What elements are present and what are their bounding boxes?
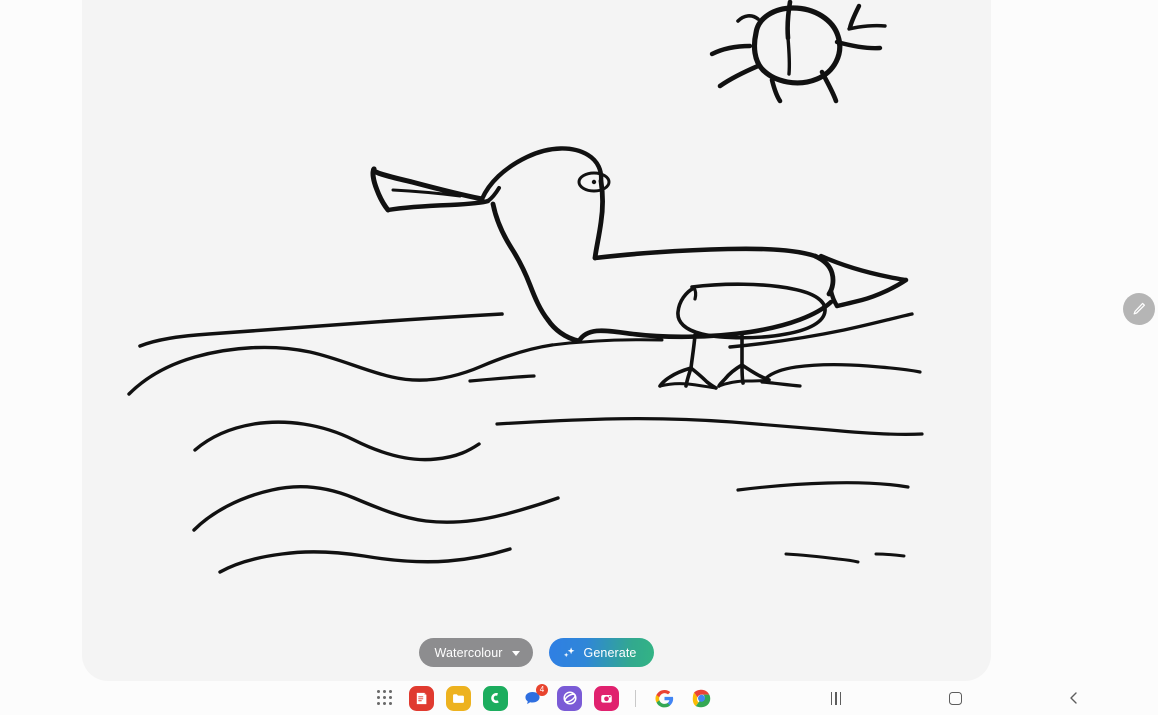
google-g-icon: [655, 689, 674, 707]
bird-beak-upper: [371, 166, 485, 202]
bird-chest: [545, 317, 582, 344]
browser-icon: [562, 691, 577, 705]
taskbar-app-my-files[interactable]: [446, 685, 471, 711]
recents-button[interactable]: [816, 681, 856, 715]
edit-pencil-fab[interactable]: [1123, 293, 1155, 325]
taskbar-recent-chrome[interactable]: [689, 686, 714, 711]
android-navigation-bar: [816, 681, 1094, 715]
sun-body: [751, 5, 843, 86]
bird-mouth-corner: [486, 186, 501, 203]
sun-ray-upper-left: [736, 14, 760, 23]
sun-ray-bottom-right: [819, 69, 839, 104]
messages-unread-badge: 4: [536, 683, 548, 696]
style-selector-label: Watercolour: [434, 645, 503, 660]
camera-icon: [601, 694, 612, 703]
sun-ray-top: [785, 0, 793, 41]
wave-line-3b: [550, 338, 664, 347]
bird-neck-front: [490, 201, 551, 323]
notes-icon: [416, 692, 427, 704]
wave-line-1: [138, 312, 504, 348]
wave-line-7: [192, 485, 560, 532]
taskbar-app-messages[interactable]: 4: [520, 683, 548, 711]
home-square-icon: [948, 691, 962, 705]
sun-ray-upper-right: [847, 3, 862, 31]
chevron-left-icon: [1070, 692, 1077, 704]
sparkle-icon: [562, 646, 576, 660]
sketch-artwork: [127, 0, 924, 574]
bird-leg-left: [689, 333, 697, 370]
bird-tail-lower: [834, 277, 909, 309]
apps-grid-icon[interactable]: [377, 690, 393, 706]
sun-ray-right-upper: [847, 23, 887, 31]
sun-ray-bottom: [769, 77, 783, 104]
taskbar-app-phone[interactable]: [483, 685, 508, 711]
pencil-icon: [1133, 302, 1146, 315]
bird-back: [592, 246, 818, 261]
canvas-controls: Watercolour Generate: [82, 638, 991, 667]
wave-line-8: [736, 481, 910, 492]
back-button[interactable]: [1054, 681, 1094, 715]
taskbar-divider: [635, 689, 636, 707]
taskbar-app-camera[interactable]: [594, 685, 619, 711]
taskbar-app-list: 4: [377, 681, 714, 715]
wave-tick-3: [784, 552, 860, 564]
generate-button-label: Generate: [583, 645, 637, 660]
bird-beak-lower: [385, 198, 491, 213]
taskbar: 4: [0, 681, 1158, 715]
wave-line-9: [218, 547, 512, 574]
bird-wing-tick: [692, 286, 698, 301]
chevron-down-icon: [511, 650, 520, 656]
bird-neck-front-helper: [228, 0, 511, 248]
wave-tick-4: [874, 552, 906, 558]
recents-icon: [830, 691, 842, 705]
style-selector-watercolour[interactable]: Watercolour: [418, 638, 533, 667]
wave-line-4: [764, 363, 922, 380]
wave-line-3: [127, 343, 554, 396]
sun-ray-top-inner: [786, 36, 792, 76]
taskbar-app-samsung-internet[interactable]: [557, 685, 582, 711]
taskbar-recent-google-search[interactable]: [652, 686, 677, 711]
folder-icon: [453, 693, 464, 703]
wave-tick-2: [760, 380, 802, 388]
phone-icon: [491, 692, 499, 703]
chrome-icon: [692, 689, 711, 707]
bird-neck-back: [592, 178, 605, 261]
wave-line-6: [193, 420, 481, 462]
bird-pupil: [591, 179, 597, 185]
sun-ray-right: [834, 39, 883, 51]
sun-ray-left: [709, 43, 753, 57]
bird-head-top: [479, 146, 604, 202]
taskbar-app-samsung-notes[interactable]: [409, 685, 434, 711]
generate-button[interactable]: Generate: [548, 638, 655, 667]
device-screen: Watercolour Generate 4: [0, 0, 1158, 715]
wave-helper2: [334, 480, 530, 508]
drawing-canvas[interactable]: Watercolour Generate: [82, 0, 991, 681]
home-button[interactable]: [935, 681, 975, 715]
wave-tick-1: [468, 374, 536, 383]
wave-line-5: [495, 417, 924, 436]
sun-ray-bottom-left: [717, 63, 761, 89]
